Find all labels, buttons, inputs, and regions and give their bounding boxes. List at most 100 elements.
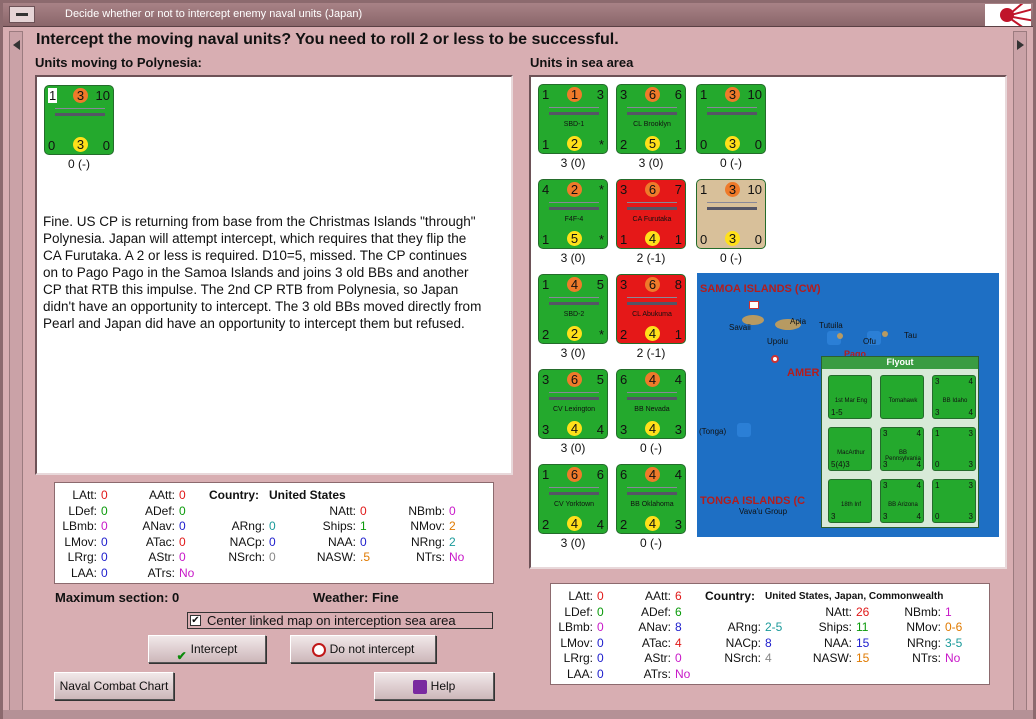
help-button[interactable]: Help xyxy=(374,672,494,700)
unit-silhouette-icon xyxy=(549,297,599,305)
unit-stat: 10 xyxy=(747,87,762,102)
unit-name: BB Oklahoma xyxy=(630,501,674,508)
sea-unit-counter[interactable]: 4 2 * 1 5 * F4F-4 xyxy=(538,179,608,249)
moving-units-stats: LAtt: 0 LDef: 0 LBmb: 0 LMov: 0 LRrg: 0 LAA: 0 AAtt:… xyxy=(54,482,494,584)
left-scroll-arrow[interactable] xyxy=(9,31,23,711)
flyout-unit-counter[interactable]: 3 18th Inf xyxy=(828,479,872,523)
intercept-label: Intercept xyxy=(190,642,238,656)
do-not-intercept-button[interactable]: Do not intercept xyxy=(290,635,436,663)
unit-stat: 2 xyxy=(567,182,582,197)
flyout-unit-stat: 1-5 xyxy=(831,408,843,417)
unit-stat: 6 xyxy=(645,87,660,102)
stat-label: LMov: xyxy=(560,635,593,650)
flyout-unit-stat: 0 xyxy=(935,460,940,469)
unit-silhouette-icon xyxy=(627,487,677,495)
stat-value: 6 xyxy=(675,604,682,619)
stat-label: LRrg: xyxy=(563,651,593,665)
sea-unit-counter[interactable]: 1 3 10 0 3 0 xyxy=(696,84,766,154)
flyout-unit-counter[interactable]: 1-5 1st Mar Eng xyxy=(828,375,872,419)
stat-label: NSrch: xyxy=(724,651,761,665)
stat-label: LDef: xyxy=(68,503,97,518)
stat-label: NBmb: xyxy=(904,604,941,619)
stat-label: NRng: xyxy=(410,534,445,549)
unit-stat: 5 xyxy=(596,277,604,292)
sea-unit-counter[interactable]: 6 4 4 3 4 3 BB Nevada xyxy=(616,369,686,439)
stat-label: LBmb: xyxy=(558,620,593,634)
maximum-section: Maximum section: 0 xyxy=(55,590,180,605)
help-label: Help xyxy=(430,679,456,693)
stat-value: 15 xyxy=(856,651,870,665)
stat-value: 0 xyxy=(449,503,456,518)
unit-stat: 0 xyxy=(102,138,110,153)
sea-unit-counter[interactable]: 3 6 8 2 4 1 CL Abukuma xyxy=(616,274,686,344)
intercept-button[interactable]: ✔ Intercept xyxy=(148,635,266,663)
stat-label: LRrg: xyxy=(67,550,97,564)
unit-caption: 0 (-) xyxy=(720,156,742,170)
stat-label: LAA: xyxy=(566,666,593,681)
unit-stat: 4 xyxy=(645,326,660,341)
unit-stat: 3 xyxy=(620,277,628,292)
sea-unit-counter[interactable]: 3 6 7 1 4 1 CA Furutaka xyxy=(616,179,686,249)
window-title: Decide whether or not to intercept enemy… xyxy=(65,8,363,20)
japan-flag-icon xyxy=(985,4,1031,26)
sea-unit-counter[interactable]: 1 1 3 1 2 * SBD-1 xyxy=(538,84,608,154)
unit-silhouette-icon xyxy=(549,487,599,495)
system-menu-icon[interactable] xyxy=(9,6,35,23)
sea-unit-counter[interactable]: 3 6 6 2 5 1 CL Brooklyn xyxy=(616,84,686,154)
flyout-unit-stat: 3 xyxy=(883,481,888,490)
stat-value: 8 xyxy=(765,635,772,650)
country-label: Country: xyxy=(705,589,755,603)
flyout-unit-stat: 3 xyxy=(935,377,940,386)
unit-caption: 3 (0) xyxy=(560,251,586,265)
unit-name: CV Yorktown xyxy=(553,501,595,508)
sea-unit-counter[interactable]: 1 6 6 2 4 4 CV Yorktown xyxy=(538,464,608,534)
unit-stat: 4 xyxy=(542,182,550,197)
unit-stat: 5 xyxy=(645,136,660,151)
unit-stat: 3 xyxy=(596,87,604,102)
stat-value: 0 xyxy=(360,503,367,518)
stat-label: ADef: xyxy=(640,604,671,619)
flyout-unit-counter[interactable]: 3 4 3 4 BB Arizona xyxy=(880,479,924,523)
unit-stat: * xyxy=(598,327,604,342)
right-scroll-arrow[interactable] xyxy=(1013,31,1027,711)
stat-value: 6 xyxy=(675,589,682,603)
flyout-unit-counter[interactable]: 3 4 3 4 BB Pennsylvania xyxy=(880,427,924,471)
naval-combat-chart-button[interactable]: Naval Combat Chart xyxy=(54,672,174,700)
flyout-unit-counter[interactable]: Tomahawk xyxy=(880,375,924,419)
sea-unit-counter[interactable]: 1 3 10 0 3 0 xyxy=(696,179,766,249)
flyout-unit-counter[interactable]: 1 3 0 3 xyxy=(932,479,976,523)
dialog-window: Decide whether or not to intercept enemy… xyxy=(0,0,1036,719)
unit-stat: * xyxy=(598,182,604,197)
tonga-label: TONGA ISLANDS (C xyxy=(700,495,806,507)
stat-label: LBmb: xyxy=(62,519,97,533)
moving-unit-counter[interactable]: 1 3 10 0 3 0 xyxy=(44,85,114,155)
sea-unit-counter[interactable]: 6 4 4 2 4 3 BB Oklahoma xyxy=(616,464,686,534)
stat-label: Ships: xyxy=(818,620,852,634)
flyout-unit-counter[interactable]: 3 4 3 4 BB Idaho xyxy=(932,375,976,419)
stat-value: 3-5 xyxy=(945,635,963,650)
unit-stat: 2 xyxy=(567,136,582,151)
unit-stat: 6 xyxy=(620,467,628,482)
ship-silhouette-icon xyxy=(55,108,105,116)
stat-value: 0 xyxy=(597,666,604,681)
stat-label: NACp: xyxy=(725,635,761,650)
center-map-checkbox[interactable]: ✔ Center linked map on interception sea … xyxy=(187,612,493,629)
unit-name: SBD-1 xyxy=(563,121,585,128)
stat-value: 8 xyxy=(675,620,682,634)
sea-unit-counter[interactable]: 3 6 5 3 4 4 CV Lexington xyxy=(538,369,608,439)
sea-unit-counter[interactable]: 1 4 5 2 2 * SBD-2 xyxy=(538,274,608,344)
tau-label: Tau xyxy=(904,331,917,340)
unit-stat: 1 xyxy=(48,88,58,103)
stat-value: 0 xyxy=(179,488,186,502)
stat-label: NBmb: xyxy=(408,503,445,518)
checkbox-checked-icon[interactable]: ✔ xyxy=(190,615,201,626)
unit-stat: 1 xyxy=(674,232,682,247)
flyout-unit-counter[interactable]: 1 3 0 3 xyxy=(932,427,976,471)
checkmark-icon: ✔ xyxy=(176,648,187,663)
unit-stat: 8 xyxy=(674,277,682,292)
flyout-unit-counter[interactable]: 5(4)3 MacArthur xyxy=(828,427,872,471)
flyout-unit-stat: 1 xyxy=(935,481,940,490)
unit-silhouette-icon xyxy=(707,202,757,210)
stat-label: ATrs: xyxy=(147,565,175,580)
stat-value: No xyxy=(675,666,691,681)
